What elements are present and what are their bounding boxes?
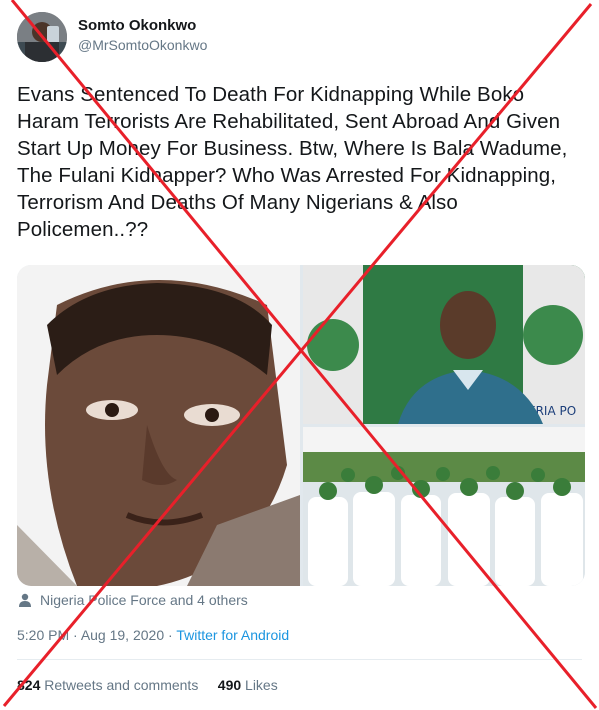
retweets-label: Retweets and comments	[40, 677, 199, 693]
person-icon	[19, 593, 31, 607]
police-suspect-photo[interactable]: ERIA PO	[303, 265, 585, 424]
avatar-image	[17, 12, 67, 62]
media-grid: ERIA PO	[17, 265, 585, 586]
likes-stat[interactable]: 490 Likes	[218, 677, 278, 693]
tweet-date[interactable]: Aug 19, 2020	[81, 627, 164, 643]
meta-separator: ·	[69, 627, 81, 643]
tweet-stats: 824 Retweets and comments 490 Likes	[17, 677, 278, 693]
tagged-users-label: Nigeria Police Force and 4 others	[40, 592, 248, 608]
retweets-count: 824	[17, 677, 41, 693]
author-display-name[interactable]: Somto Okonkwo	[78, 17, 196, 34]
tweet-time[interactable]: 5:20 PM	[17, 627, 69, 643]
retweets-stat[interactable]: 824 Retweets and comments	[17, 677, 198, 693]
meta-separator: ·	[164, 627, 177, 643]
rehabilitated-group-photo[interactable]	[303, 427, 585, 586]
tweet-text: Evans Sentenced To Death For Kidnapping …	[17, 83, 568, 241]
tweet-source-link[interactable]: Twitter for Android	[176, 627, 289, 643]
tweet-meta: 5:20 PM · Aug 19, 2020 · Twitter for And…	[17, 627, 289, 643]
divider	[17, 659, 582, 660]
avatar[interactable]	[17, 12, 67, 62]
crying-man-photo[interactable]	[17, 265, 300, 586]
author-handle[interactable]: @MrSomtoOkonkwo	[78, 37, 207, 53]
tagged-users[interactable]: Nigeria Police Force and 4 others	[17, 592, 248, 608]
likes-count: 490	[217, 677, 242, 693]
likes-label: Likes	[241, 677, 278, 693]
